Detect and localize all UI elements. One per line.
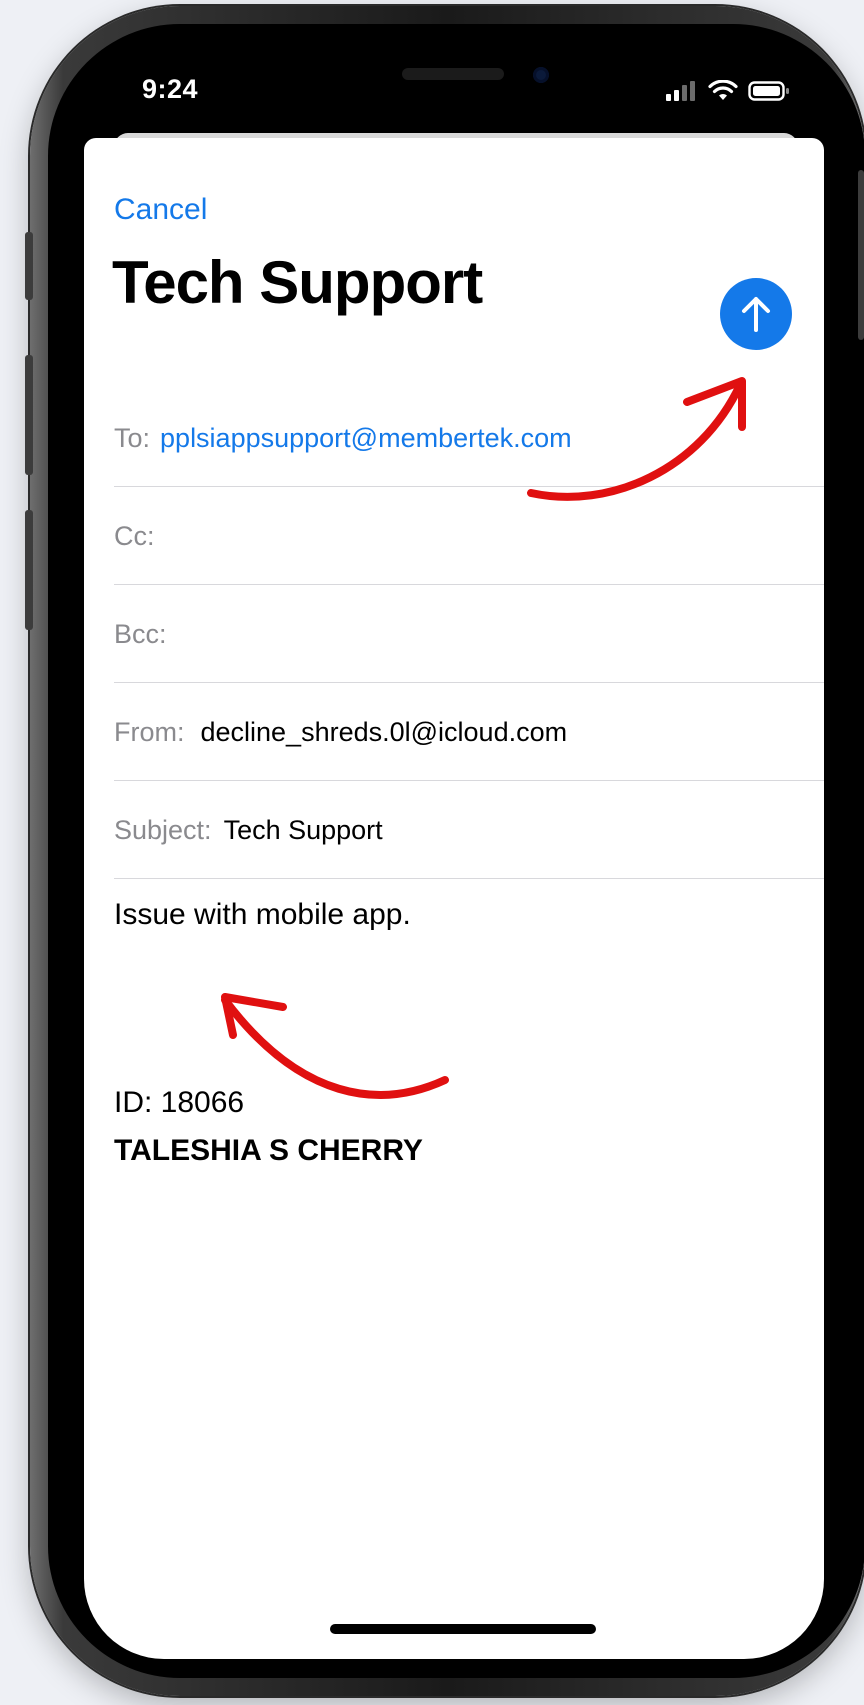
annotation-arrow-to-send (527, 377, 746, 501)
annotation-overlay (221, 377, 746, 1099)
annotation-arrow-to-body (221, 993, 449, 1099)
